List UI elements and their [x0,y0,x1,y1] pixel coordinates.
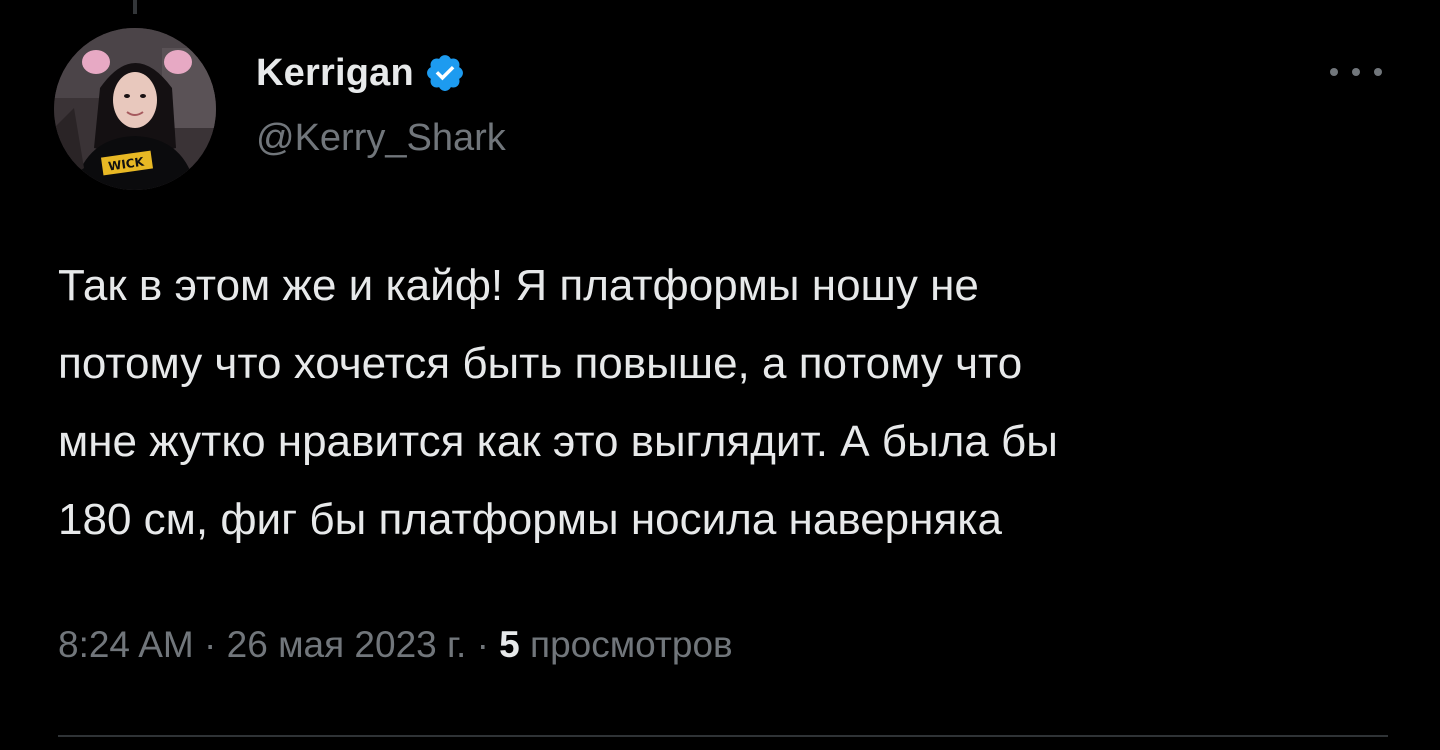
separator-dot: · [476,624,489,665]
author-handle[interactable]: @Kerry_Shark [256,117,506,160]
divider [58,735,1388,737]
tweet-time[interactable]: 8:24 AM [58,624,194,665]
tweet-text-line: Так в этом же и кайф! Я платформы ношу н… [58,261,979,310]
tweet-metadata: 8:24 AM · 26 мая 2023 г. · 5 просмотров [58,624,733,666]
views-label[interactable]: просмотров [530,624,733,665]
separator-dot: · [204,624,217,665]
dot-icon [1352,68,1360,76]
more-dots-icon[interactable] [1330,56,1382,88]
avatar-photo: WICK [54,28,216,190]
tweet-date[interactable]: 26 мая 2023 г. [227,624,467,665]
avatar[interactable]: WICK [54,28,216,190]
tweet-text-line: мне жутко нравится как это выглядит. А б… [58,417,1058,466]
thread-connector-line [133,0,137,14]
dot-icon [1330,68,1338,76]
author-name-row[interactable]: Kerrigan [256,48,466,98]
tweet-text: Так в этом же и кайф! Я платформы ношу н… [58,247,1388,559]
display-name[interactable]: Kerrigan [256,52,414,95]
verified-badge-icon[interactable] [424,52,466,94]
tweet-text-line: потому что хочется быть повыше, а потому… [58,339,1023,388]
tweet-text-line: 180 см, фиг бы платформы носила наверняк… [58,495,1002,544]
dot-icon [1374,68,1382,76]
views-count[interactable]: 5 [499,624,520,665]
